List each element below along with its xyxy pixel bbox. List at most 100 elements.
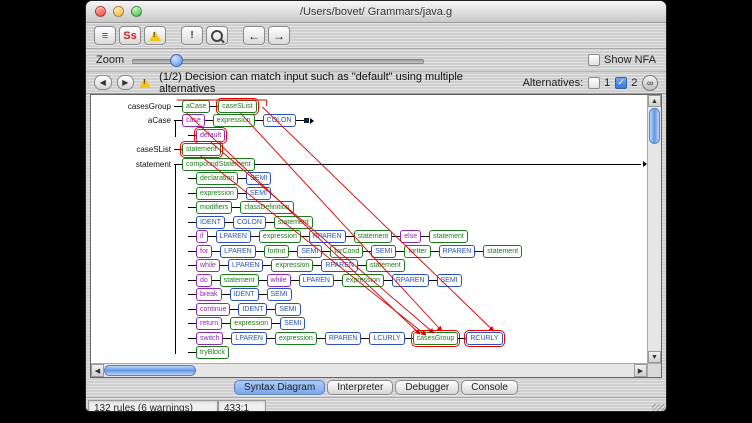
diagram-node-statement[interactable]: statement [220,274,259,287]
diagram-node-LPAREN[interactable]: LPAREN [299,274,335,287]
diagram-node-SEMI[interactable]: SEMI [275,303,300,316]
diagram-node-IDENT[interactable]: IDENT [230,288,259,301]
resize-grip[interactable] [652,404,665,412]
diagram-node-aCase[interactable]: aCase [182,100,210,113]
diagram-node-RPAREN[interactable]: RPAREN [392,274,429,287]
alternative-1-checkbox[interactable] [588,77,600,89]
sort-rules-button[interactable]: ≡ [94,26,116,45]
minimize-button[interactable] [113,6,124,17]
diagram-node-classDefinition[interactable]: classDefinition [240,201,293,214]
diagram-node-expression[interactable]: expression [271,259,313,272]
forward-button[interactable]: → [268,26,290,45]
diagram-node-statement[interactable]: statement [429,230,468,243]
connector-line [251,236,259,237]
zoom-row: Zoom Show NFA [86,49,666,72]
tab-console[interactable]: Console [461,380,518,395]
vertical-scrollbar-thumb[interactable] [649,108,660,144]
tab-syntax-diagram[interactable]: Syntax Diagram [234,380,325,395]
diagram-node-return[interactable]: return [196,317,222,330]
diagram-node-RPAREN[interactable]: RPAREN [309,230,346,243]
close-button[interactable] [95,6,106,17]
diagram-node-LPAREN[interactable]: LPAREN [216,230,252,243]
next-warning-button[interactable]: ▶ [117,75,135,90]
diagram-node-LPAREN[interactable]: LPAREN [220,245,256,258]
back-button[interactable]: ← [243,26,265,45]
diagram-node-break[interactable]: break [196,288,222,301]
diagram-node-default[interactable]: default [196,129,225,142]
diagram-node-statement[interactable]: statement [483,245,522,258]
connector-line [313,265,321,266]
diagram-node-do[interactable]: do [196,274,212,287]
diagram-node-tryBlock[interactable]: tryBlock [196,346,229,359]
diagram-node-RPAREN[interactable]: RPAREN [325,332,362,345]
diagram-node-SEMI[interactable]: SEMI [437,274,462,287]
diagram-node-SEMI[interactable]: SEMI [246,172,271,185]
diagram-node-COLON[interactable]: COLON [233,216,266,229]
diagram-node-modifiers[interactable]: modifiers [196,201,232,214]
scroll-down-arrow[interactable]: ▼ [648,351,661,363]
tab-debugger[interactable]: Debugger [395,380,459,395]
diagram-node-for[interactable]: for [196,245,212,258]
diagram-node-LPAREN[interactable]: LPAREN [231,332,267,345]
diagram-node-else[interactable]: else [400,230,421,243]
diagram-node-LCURLY[interactable]: LCURLY [369,332,404,345]
diagram-node-expression[interactable]: expression [342,274,384,287]
diagram-node-expression[interactable]: expression [275,332,317,345]
diagram-node-case[interactable]: case [182,114,205,127]
diagram-node-RPAREN[interactable]: RPAREN [321,259,358,272]
diagram-node-forInit[interactable]: forInit [264,245,290,258]
diagram-node-RPAREN[interactable]: RPAREN [439,245,476,258]
link-alternatives-button[interactable]: ∞ [642,75,658,91]
diagram-node-statement[interactable]: statement [354,230,393,243]
find-button[interactable] [206,26,228,45]
horizontal-scrollbar-thumb[interactable] [104,365,196,376]
diagram-node-caseSList[interactable]: caseSList [218,100,256,113]
diagram-node-expression[interactable]: expression [213,114,255,127]
syntax-coloring-button[interactable]: Ss [119,26,141,45]
diagram-node-SEMI[interactable]: SEMI [371,245,396,258]
diagram-node-COLON[interactable]: COLON [263,114,296,127]
vertical-scrollbar[interactable]: ▲ ▼ [647,95,661,363]
diagram-node-SEMI[interactable]: SEMI [297,245,322,258]
diagram-node-statement[interactable]: statement [366,259,405,272]
scroll-right-arrow[interactable]: ▶ [634,364,647,377]
diagram-node-SEMI[interactable]: SEMI [267,288,292,301]
scroll-up-arrow[interactable]: ▲ [648,95,661,107]
connector-line [225,222,233,223]
diagram-node-casesGroup[interactable]: casesGroup [413,332,459,345]
diagram-node-SEMI[interactable]: SEMI [246,187,271,200]
diagram-node-expression[interactable]: expression [230,317,272,330]
diagram-node-while[interactable]: while [196,259,220,272]
diagram-node-IDENT[interactable]: IDENT [238,303,267,316]
connector-line [230,309,238,310]
warning-bar: ◀ ▶ (1/2) Decision can match input such … [86,72,666,94]
diagram-node-statement[interactable]: statement [274,216,313,229]
diagram-node-while[interactable]: while [267,274,291,287]
diagram-node-statement[interactable]: statement [182,143,221,156]
zoom-window-button[interactable] [131,6,142,17]
diagram-node-switch[interactable]: switch [196,332,223,345]
diagram-node-if[interactable]: if [196,230,208,243]
diagram-node-RCURLY[interactable]: RCURLY [466,332,502,345]
zoom-slider-thumb[interactable] [170,54,183,67]
previous-warning-button[interactable]: ◀ [94,75,112,90]
tab-interpreter[interactable]: Interpreter [327,380,393,395]
diagram-node-expression[interactable]: expression [259,230,301,243]
horizontal-scrollbar[interactable]: ◀ ▶ [91,363,647,377]
diagram-node-forCond[interactable]: forCond [330,245,363,258]
diagram-node-continue[interactable]: continue [196,303,230,316]
diagram-node-LPAREN[interactable]: LPAREN [228,259,264,272]
diagram-node-compoundStatement[interactable]: compoundStatement [182,158,255,171]
diagram-node-forIter[interactable]: forIter [404,245,430,258]
show-warnings-button[interactable] [144,26,166,45]
ideas-button[interactable]: ! [181,26,203,45]
diagram-node-expression[interactable]: expression [196,187,238,200]
alternative-2-checkbox[interactable]: ✓ [615,77,627,89]
diagram-node-IDENT[interactable]: IDENT [196,216,225,229]
zoom-slider[interactable] [132,54,424,67]
show-nfa-checkbox[interactable] [588,54,600,66]
syntax-diagram-canvas[interactable]: casesGroupaCasecaseSListaCasecaseexpress… [90,94,662,378]
diagram-node-SEMI[interactable]: SEMI [280,317,305,330]
diagram-node-declaration[interactable]: declaration [196,172,238,185]
scroll-left-arrow[interactable]: ◀ [91,364,104,377]
